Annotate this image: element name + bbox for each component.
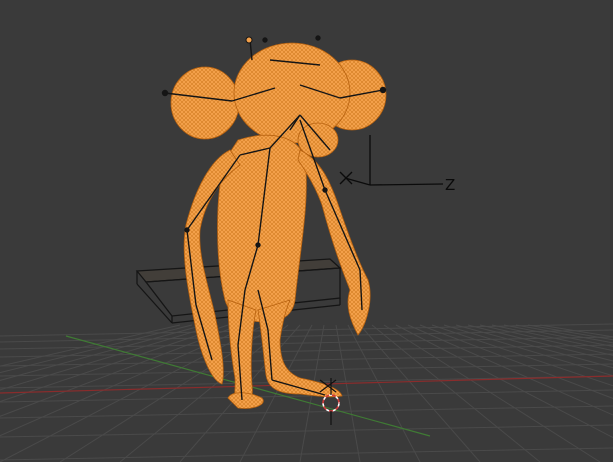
grid-line bbox=[359, 324, 481, 462]
right-arm[interactable] bbox=[297, 149, 371, 336]
gizmo-axis-label: Z bbox=[445, 176, 455, 194]
left-foot[interactable] bbox=[227, 392, 264, 409]
empty-axes-icon[interactable]: Z bbox=[339, 135, 455, 194]
left-ear[interactable] bbox=[170, 66, 240, 140]
viewport-canvas[interactable]: Z bbox=[0, 0, 613, 462]
grid-line bbox=[0, 447, 613, 461]
grid-line bbox=[0, 324, 265, 462]
3d-viewport[interactable]: Z bbox=[0, 0, 613, 462]
